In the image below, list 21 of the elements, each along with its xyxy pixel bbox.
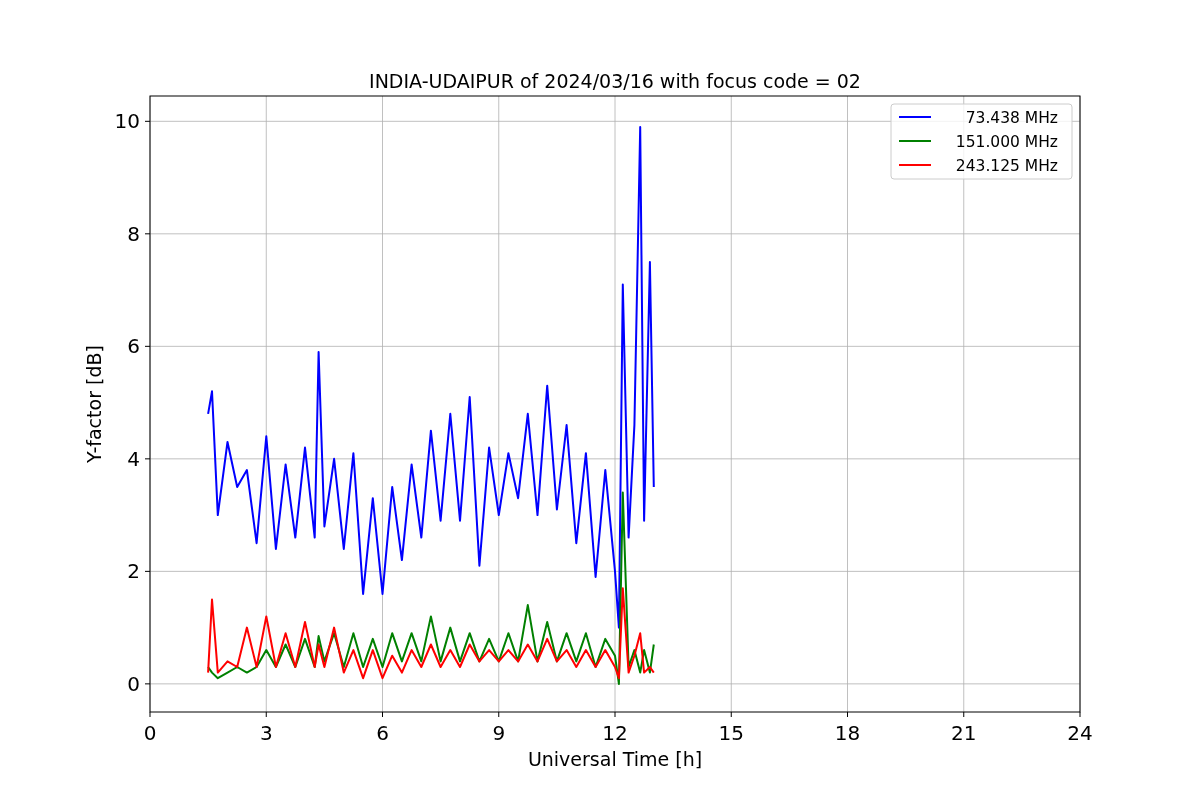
legend-label: 151.000 MHz bbox=[955, 133, 1058, 151]
tick-label: 9 bbox=[492, 721, 506, 745]
tick-label: 2 bbox=[127, 559, 140, 584]
tick-label: 21 bbox=[951, 721, 977, 745]
legend-label: 243.125 MHz bbox=[955, 157, 1058, 175]
tick-label: 4 bbox=[127, 446, 140, 471]
axis-label: Y-factor [dB] bbox=[83, 345, 105, 463]
tick-label: 12 bbox=[602, 721, 628, 745]
tick-label: 0 bbox=[143, 721, 157, 745]
chart-title: INDIA-UDAIPUR of 2024/03/16 with focus code = 02 bbox=[369, 70, 861, 92]
tick-label: 6 bbox=[127, 334, 140, 359]
tick-label: 3 bbox=[259, 721, 273, 745]
tick-label: 24 bbox=[1067, 721, 1093, 745]
tick-label: 8 bbox=[127, 221, 140, 246]
tick-label: 6 bbox=[376, 721, 389, 745]
tick-label: 10 bbox=[114, 109, 140, 134]
tick-label: 15 bbox=[718, 721, 744, 745]
axis-label: Universal Time [h] bbox=[527, 748, 703, 770]
legend-label: 73.438 MHz bbox=[965, 109, 1058, 127]
tick-label: 18 bbox=[834, 721, 861, 745]
tick-label: 0 bbox=[127, 671, 140, 696]
